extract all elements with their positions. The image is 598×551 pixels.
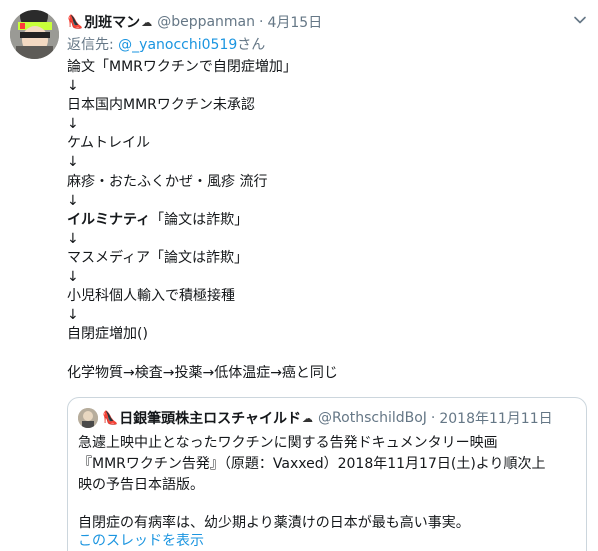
tweet-line: 小児科個人輸入で積極接種 xyxy=(67,288,235,305)
quoted-tweet[interactable]: 👠 日銀筆頭株主ロスチャイルド ☁ @RothschildBoJ · 2018年… xyxy=(67,397,587,551)
tweet-line: ↓ xyxy=(67,192,79,209)
tweet-line: ↓ xyxy=(67,269,79,286)
quoted-line: 映の予告日本語版。 xyxy=(78,477,204,493)
line-text: 「論文は詐欺」 xyxy=(150,211,249,228)
quoted-display-name: 日銀筆頭株主ロスチャイルド xyxy=(119,411,302,427)
cloud-emoji-icon: ☁ xyxy=(302,411,314,425)
tweet-line: ↓ xyxy=(67,116,79,133)
quoted-handle: @RothschildBoJ xyxy=(318,410,427,426)
tweet-line: 麻疹・おたふくかぜ・風疹 流行 xyxy=(67,173,268,190)
tweet-line: 日本国内MMRワクチン未承認 xyxy=(67,97,255,114)
reply-to: 返信先: @_yanocchi0519さん xyxy=(67,34,265,54)
show-thread-link[interactable]: このスレッドを表示 xyxy=(78,530,204,550)
tweet-header: 👠 別班マン ☁ @beppanman · 4月15日 xyxy=(67,12,322,32)
heel-emoji-icon: 👠 xyxy=(67,14,84,30)
quoted-tweet-text: 急遽上映中止となったワクチンに関する告発ドキュメンタリー映画 『MMRワクチン告… xyxy=(78,433,578,534)
tweet-line: マスメディア「論文は詐欺」 xyxy=(67,249,249,266)
tweet-line: ↓ xyxy=(67,78,79,95)
display-name[interactable]: 別班マン xyxy=(84,12,140,32)
reply-prefix: 返信先: xyxy=(67,37,119,53)
tweet-line: ↓ xyxy=(67,307,79,324)
avatar[interactable] xyxy=(10,10,59,59)
quoted-line: 『MMRワクチン告発』（原題：Vaxxed）2018年11月17日(土)より順次… xyxy=(78,456,546,472)
separator-dot: · xyxy=(430,410,436,426)
tweet-date[interactable]: 4月15日 xyxy=(267,12,322,32)
quoted-avatar xyxy=(78,408,98,428)
chevron-down-icon[interactable] xyxy=(570,10,590,30)
tweet-line: 自閉症増加() xyxy=(67,326,148,343)
quoted-line: 急遽上映中止となったワクチンに関する告発ドキュメンタリー映画 xyxy=(78,435,498,451)
tweet-line: 化学物質→検査→投薬→低体温症→癌と同じ xyxy=(67,364,338,381)
avatar-image xyxy=(10,10,59,59)
bold-text: イルミナティ xyxy=(67,211,151,228)
cloud-emoji-icon: ☁ xyxy=(141,15,153,29)
tweet-line: ケムトレイル xyxy=(67,135,151,152)
tweet-text: 論文「MMRワクチンで自閉症増加」 ↓ 日本国内MMRワクチン未承認 ↓ ケムト… xyxy=(67,58,587,383)
reply-suffix: さん xyxy=(237,37,266,53)
tweet-line: 論文「MMRワクチンで自閉症増加」 xyxy=(67,59,297,75)
user-handle[interactable]: @beppanman xyxy=(157,14,255,30)
reply-handle-link[interactable]: @_yanocchi0519 xyxy=(118,37,237,53)
tweet-line: イルミナティ「論文は詐欺」 xyxy=(67,211,587,230)
quoted-date: 2018年11月11日 xyxy=(439,411,553,427)
tweet-line: ↓ xyxy=(67,230,79,247)
heel-emoji-icon: 👠 xyxy=(102,410,119,426)
quoted-tweet-header: 👠 日銀筆頭株主ロスチャイルド ☁ @RothschildBoJ · 2018年… xyxy=(78,408,553,428)
tweet-line: ↓ xyxy=(67,154,79,171)
separator-dot: · xyxy=(259,14,264,30)
